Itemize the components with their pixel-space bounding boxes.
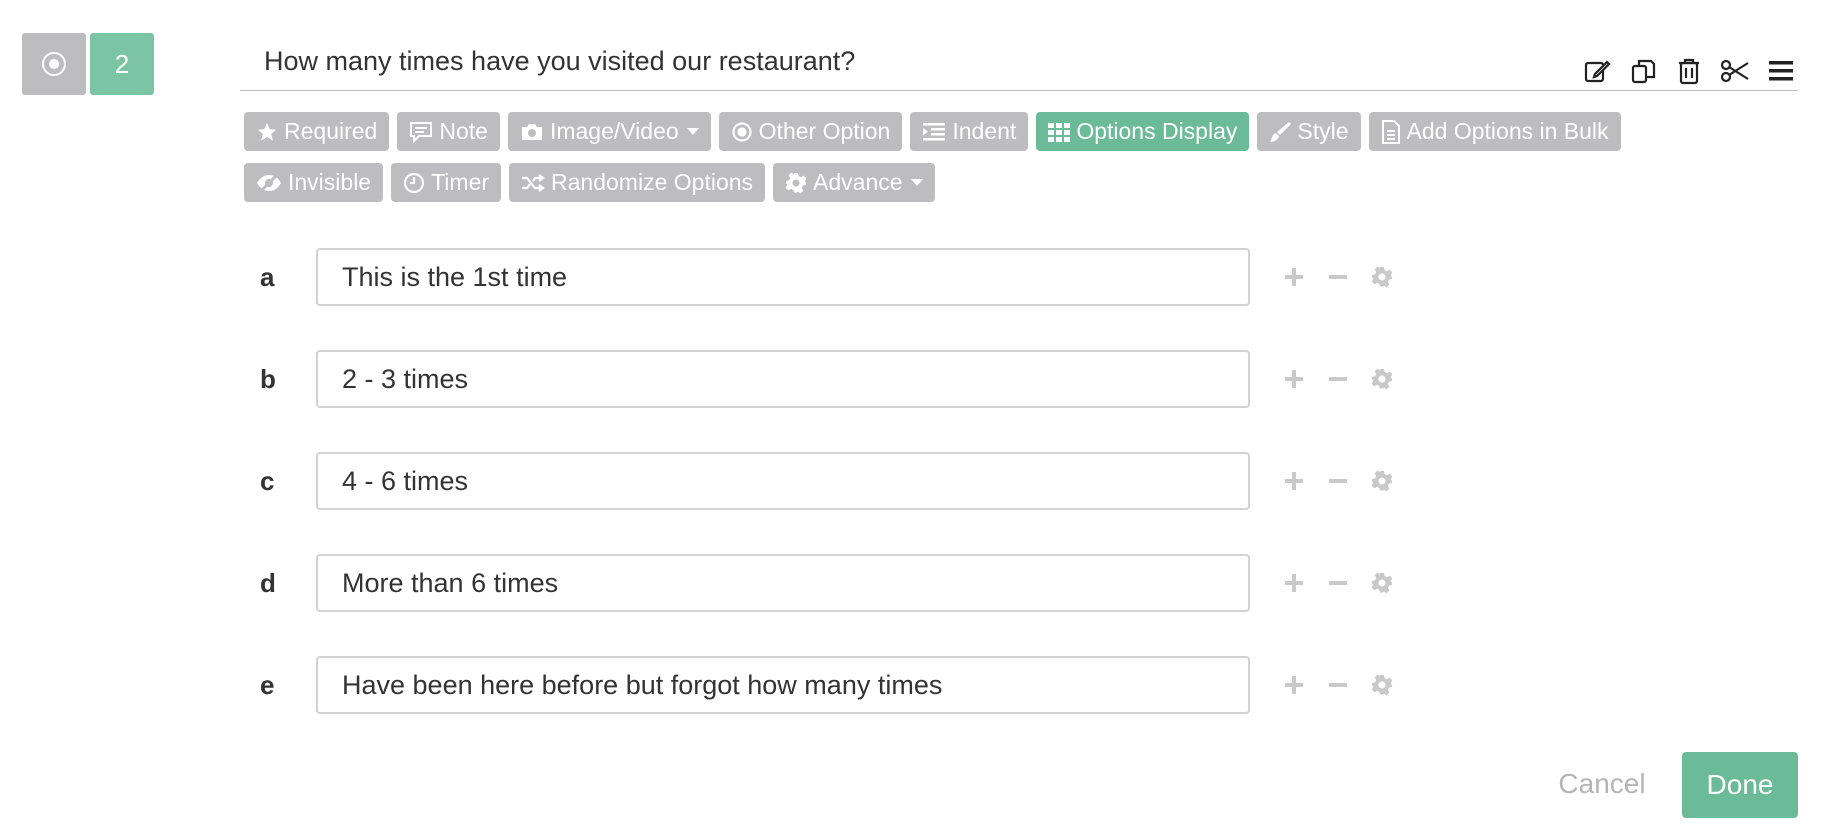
gear-icon [785, 172, 807, 193]
question-type-radio-button[interactable] [22, 33, 86, 95]
document-icon [1381, 119, 1400, 144]
timer-button[interactable]: Timer [391, 163, 502, 202]
option-input[interactable] [316, 554, 1250, 612]
remove-option-icon[interactable] [1324, 671, 1352, 699]
image-video-label: Image/Video [549, 118, 679, 144]
add-options-bulk-label: Add Options in Bulk [1406, 118, 1609, 144]
eye-slash-icon [257, 172, 281, 193]
remove-option-icon[interactable] [1324, 467, 1352, 495]
option-row: c [250, 451, 1396, 511]
question-actions [1580, 54, 1798, 88]
option-row: d [250, 553, 1396, 613]
image-video-button[interactable]: Image/Video [507, 112, 711, 151]
option-input[interactable] [316, 656, 1250, 714]
question-number: 2 [114, 48, 130, 79]
add-option-icon[interactable] [1280, 263, 1308, 291]
add-options-bulk-button[interactable]: Add Options in Bulk [1368, 112, 1621, 151]
add-option-icon[interactable] [1280, 365, 1308, 393]
gear-icon[interactable] [1368, 467, 1396, 495]
add-option-icon[interactable] [1280, 569, 1308, 597]
comment-icon [410, 121, 433, 143]
randomize-options-label: Randomize Options [551, 169, 754, 195]
other-option-label: Other Option [758, 118, 891, 144]
randomize-options-button[interactable]: Randomize Options [509, 163, 766, 202]
gear-icon[interactable] [1368, 569, 1396, 597]
shuffle-icon [522, 173, 545, 192]
gear-icon[interactable] [1368, 365, 1396, 393]
style-label: Style [1297, 118, 1349, 144]
option-letter: c [260, 465, 275, 496]
cancel-button[interactable]: Cancel [1540, 752, 1664, 816]
grid-icon [1048, 122, 1071, 142]
option-row: a [250, 247, 1396, 307]
option-row: b [250, 349, 1396, 409]
options-display-label: Options Display [1076, 118, 1238, 144]
question-toolbar: Required Note Image/Video Other Option I… [244, 112, 1704, 214]
paintbrush-icon [1270, 121, 1292, 142]
option-input[interactable] [316, 350, 1250, 408]
option-letter: b [260, 363, 276, 394]
trash-icon[interactable] [1672, 54, 1706, 88]
camera-icon [521, 123, 542, 140]
required-button[interactable]: Required [244, 112, 390, 151]
star-icon [257, 122, 277, 141]
note-label: Note [439, 118, 488, 144]
invisible-label: Invisible [288, 169, 372, 195]
required-label: Required [284, 118, 378, 144]
advance-button[interactable]: Advance [773, 163, 935, 202]
option-letter: a [260, 261, 275, 292]
copy-icon[interactable] [1626, 54, 1660, 88]
add-option-icon[interactable] [1280, 467, 1308, 495]
option-input[interactable] [316, 248, 1250, 306]
caret-down-icon [686, 128, 699, 135]
clock-icon [404, 172, 425, 193]
remove-option-icon[interactable] [1324, 365, 1352, 393]
note-button[interactable]: Note [397, 112, 500, 151]
option-letter: d [260, 567, 276, 598]
caret-down-icon [910, 179, 923, 186]
option-row: e [250, 655, 1396, 715]
advance-label: Advance [813, 169, 903, 195]
done-button[interactable]: Done [1682, 752, 1798, 818]
remove-option-icon[interactable] [1324, 263, 1352, 291]
option-input[interactable] [316, 452, 1250, 510]
style-button[interactable]: Style [1257, 112, 1361, 151]
edit-icon[interactable] [1580, 54, 1614, 88]
indent-icon [923, 122, 946, 140]
radio-icon [732, 121, 752, 142]
question-text: How many times have you visited our rest… [264, 46, 856, 76]
timer-label: Timer [431, 169, 490, 195]
scissors-icon[interactable] [1718, 54, 1752, 88]
gear-icon[interactable] [1368, 671, 1396, 699]
other-option-button[interactable]: Other Option [718, 112, 903, 151]
remove-option-icon[interactable] [1324, 569, 1352, 597]
question-title-field[interactable]: How many times have you visited our rest… [240, 38, 1798, 91]
options-display-button[interactable]: Options Display [1036, 112, 1250, 151]
question-number-badge[interactable]: 2 [90, 33, 154, 95]
option-letter: e [260, 669, 275, 700]
invisible-button[interactable]: Invisible [244, 163, 384, 202]
gear-icon[interactable] [1368, 263, 1396, 291]
add-option-icon[interactable] [1280, 671, 1308, 699]
indent-label: Indent [952, 118, 1017, 144]
menu-icon[interactable] [1764, 54, 1798, 88]
indent-button[interactable]: Indent [910, 112, 1029, 151]
radio-icon [42, 52, 66, 76]
